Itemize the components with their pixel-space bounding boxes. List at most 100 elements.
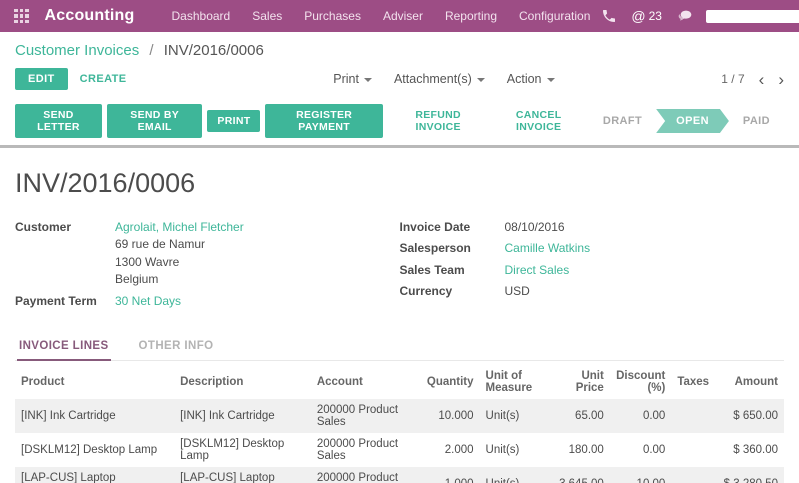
inbox-count: 23: [649, 9, 662, 23]
cell-uom[interactable]: Unit(s): [480, 467, 545, 483]
menu-reporting[interactable]: Reporting: [434, 0, 508, 32]
customer-label: Customer: [15, 219, 115, 289]
cell-taxes[interactable]: [671, 399, 715, 433]
currency-field: Currency USD: [400, 283, 785, 300]
payment-term-link[interactable]: 30 Net Days: [115, 293, 181, 310]
cell-unit-price[interactable]: 3,645.00: [545, 467, 610, 483]
print-dropdown-label: Print: [333, 72, 359, 86]
cell-description[interactable]: [INK] Ink Cartridge: [174, 399, 311, 433]
col-unit-price: Unit Price: [545, 363, 610, 399]
col-quantity: Quantity: [421, 363, 480, 399]
cell-unit-price[interactable]: 65.00: [545, 399, 610, 433]
action-dropdown-label: Action: [507, 72, 542, 86]
cancel-invoice-button[interactable]: CANCEL INVOICE: [488, 104, 588, 138]
pager-count: 1 / 7: [721, 72, 744, 86]
breadcrumb-separator: /: [149, 42, 153, 59]
cell-uom[interactable]: Unit(s): [480, 433, 545, 467]
statusbar: SEND LETTER SEND BY EMAIL PRINT REGISTER…: [0, 99, 799, 148]
menu-dashboard[interactable]: Dashboard: [161, 0, 242, 32]
invoice-date-field: Invoice Date 08/10/2016: [400, 219, 785, 236]
salesperson-field: Salesperson Camille Watkins: [400, 240, 785, 257]
invoice-date-label: Invoice Date: [400, 219, 505, 236]
menu-purchases[interactable]: Purchases: [293, 0, 372, 32]
create-button[interactable]: CREATE: [80, 73, 127, 85]
inbox-counter[interactable]: @ 23: [631, 8, 662, 24]
cell-discount[interactable]: 0.00: [610, 433, 672, 467]
print-button[interactable]: PRINT: [207, 110, 260, 132]
col-taxes: Taxes: [671, 363, 715, 399]
planner-progressbar[interactable]: [706, 10, 799, 23]
cell-description[interactable]: [DSKLM12] Desktop Lamp: [174, 433, 311, 467]
cell-amount[interactable]: $ 3,280.50: [715, 467, 784, 483]
customer-value: Agrolait, Michel Fletcher 69 rue de Namu…: [115, 219, 244, 289]
action-dropdowns: Print Attachment(s) Action: [293, 72, 554, 86]
cell-discount[interactable]: 10.00: [610, 467, 672, 483]
customer-link[interactable]: Agrolait, Michel Fletcher: [115, 219, 244, 236]
cell-amount[interactable]: $ 360.00: [715, 433, 784, 467]
send-by-email-button[interactable]: SEND BY EMAIL: [107, 104, 202, 138]
customer-address-line2: 1300 Wavre: [115, 254, 244, 271]
cell-unit-price[interactable]: 180.00: [545, 433, 610, 467]
edit-button[interactable]: EDIT: [15, 68, 68, 90]
invoice-date-value: 08/10/2016: [505, 219, 565, 236]
table-row[interactable]: [LAP-CUS] Laptop Customized [LAP-CUS] La…: [15, 467, 784, 483]
action-dropdown[interactable]: Action: [507, 72, 555, 86]
table-row[interactable]: [DSKLM12] Desktop Lamp [DSKLM12] Desktop…: [15, 433, 784, 467]
cell-uom[interactable]: Unit(s): [480, 399, 545, 433]
app-title[interactable]: Accounting: [45, 7, 135, 25]
breadcrumb-current: INV/2016/0006: [164, 42, 264, 59]
invoice-sheet: INV/2016/0006 Customer Agrolait, Michel …: [0, 148, 799, 483]
breadcrumb: Customer Invoices / INV/2016/0006: [0, 32, 799, 61]
cell-discount[interactable]: 0.00: [610, 399, 672, 433]
col-amount: Amount: [715, 363, 784, 399]
menu-sales[interactable]: Sales: [241, 0, 293, 32]
menu-adviser[interactable]: Adviser: [372, 0, 434, 32]
chat-icon[interactable]: [676, 8, 692, 24]
state-paid[interactable]: PAID: [729, 109, 784, 133]
table-row[interactable]: [INK] Ink Cartridge [INK] Ink Cartridge …: [15, 399, 784, 433]
cell-account[interactable]: 200000 Product Sales: [311, 399, 421, 433]
register-payment-button[interactable]: REGISTER PAYMENT: [265, 104, 382, 138]
pager: 1 / 7 ‹ ›: [721, 71, 784, 88]
payment-term-label: Payment Term: [15, 293, 115, 310]
tab-other-info[interactable]: OTHER INFO: [137, 334, 216, 360]
apps-grid-icon[interactable]: [14, 9, 29, 24]
cell-quantity[interactable]: 2.000: [421, 433, 480, 467]
attachments-dropdown[interactable]: Attachment(s): [394, 72, 485, 86]
tab-invoice-lines[interactable]: INVOICE LINES: [17, 334, 111, 361]
col-uom: Unit of Measure: [480, 363, 545, 399]
breadcrumb-parent[interactable]: Customer Invoices: [15, 42, 139, 59]
print-dropdown[interactable]: Print: [333, 72, 372, 86]
state-open-badge[interactable]: OPEN: [656, 109, 729, 133]
phone-icon[interactable]: [601, 8, 617, 24]
table-header-row: Product Description Account Quantity Uni…: [15, 363, 784, 399]
cell-account[interactable]: 200000 Product Sales: [311, 433, 421, 467]
cell-amount[interactable]: $ 650.00: [715, 399, 784, 433]
refund-invoice-button[interactable]: REFUND INVOICE: [388, 104, 489, 138]
state-draft[interactable]: DRAFT: [589, 109, 656, 133]
fields-right: Invoice Date 08/10/2016 Salesperson Cami…: [400, 219, 785, 314]
cell-account[interactable]: 200000 Product Sales: [311, 467, 421, 483]
pager-next-icon[interactable]: ›: [778, 71, 784, 88]
cell-quantity[interactable]: 10.000: [421, 399, 480, 433]
cell-product[interactable]: [INK] Ink Cartridge: [15, 399, 174, 433]
cell-quantity[interactable]: 1.000: [421, 467, 480, 483]
pager-prev-icon[interactable]: ‹: [759, 71, 765, 88]
customer-field: Customer Agrolait, Michel Fletcher 69 ru…: [15, 219, 400, 289]
cell-product[interactable]: [DSKLM12] Desktop Lamp: [15, 433, 174, 467]
cell-description[interactable]: [LAP-CUS] Laptop Customized: [174, 467, 311, 483]
currency-value: USD: [505, 283, 530, 300]
salesperson-link[interactable]: Camille Watkins: [505, 240, 591, 257]
currency-label: Currency: [400, 283, 505, 300]
col-description: Description: [174, 363, 311, 399]
status-pipeline: DRAFT OPEN PAID: [589, 109, 784, 133]
customer-address-line3: Belgium: [115, 271, 244, 288]
cell-product[interactable]: [LAP-CUS] Laptop Customized: [15, 467, 174, 483]
sales-team-link[interactable]: Direct Sales: [505, 262, 570, 279]
at-icon: @: [631, 8, 645, 24]
cell-taxes[interactable]: [671, 467, 715, 483]
menu-configuration[interactable]: Configuration: [508, 0, 601, 32]
send-letter-button[interactable]: SEND LETTER: [15, 104, 102, 138]
attachments-dropdown-label: Attachment(s): [394, 72, 472, 86]
cell-taxes[interactable]: [671, 433, 715, 467]
